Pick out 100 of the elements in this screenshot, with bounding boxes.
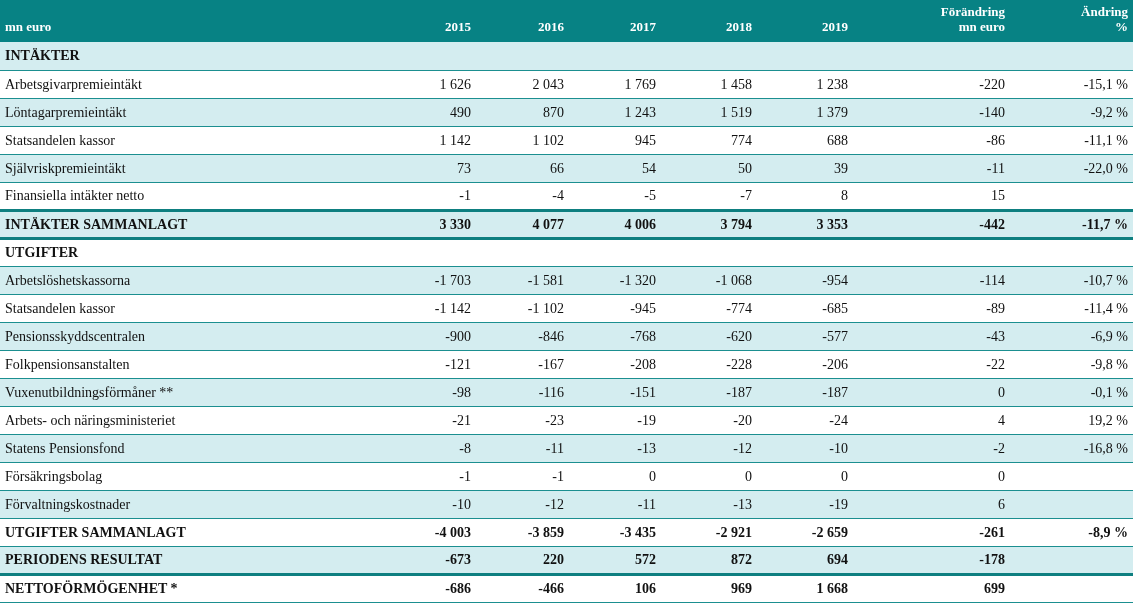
- table-cell: 1 668: [816, 581, 848, 596]
- table-cell: -12: [733, 440, 752, 456]
- row-label: Försäkringsbolag: [5, 468, 103, 484]
- table-cell: -1 102: [527, 300, 564, 316]
- table-cell: 872: [731, 552, 752, 567]
- table-cell: 1 379: [816, 104, 848, 120]
- table-cell: 3 353: [816, 216, 848, 232]
- table-cell: -116: [538, 384, 564, 400]
- row-label: Vuxenutbildningsförmåner **: [5, 384, 174, 400]
- table-cell: 1 458: [720, 76, 752, 92]
- table-cell: -945: [630, 300, 656, 316]
- table-cell: 0: [649, 468, 656, 484]
- table-cell: -140: [979, 104, 1005, 120]
- table-cell: 220: [543, 552, 564, 567]
- row-label: Löntagarpremieintäkt: [5, 104, 127, 120]
- table-cell: -1: [459, 468, 471, 484]
- table-cell: -19: [637, 412, 656, 428]
- row-label: Folkpensionsanstalten: [5, 356, 130, 372]
- table-cell: 1 769: [624, 76, 656, 92]
- table-cell: 54: [642, 160, 656, 176]
- table-cell: -442: [979, 216, 1005, 232]
- table-cell: -620: [726, 328, 752, 344]
- table-cell: 1 243: [624, 104, 656, 120]
- table-cell: -43: [986, 328, 1005, 344]
- table-cell: -5: [644, 188, 656, 203]
- table-cell: -685: [822, 300, 848, 316]
- table-cell: 4 077: [532, 216, 564, 232]
- table-cell: 4 006: [624, 216, 656, 232]
- table-cell: -9,2 %: [1090, 104, 1128, 120]
- table-cell: 572: [635, 552, 656, 567]
- table-cell: -86: [986, 132, 1005, 148]
- table-cell: -10: [452, 496, 471, 512]
- table-cell: -114: [979, 272, 1005, 288]
- table-cell: 0: [998, 468, 1005, 484]
- table-cell: 39: [834, 160, 848, 176]
- table-cell: -12: [545, 496, 564, 512]
- column-header: 2018: [726, 19, 752, 35]
- row-label: Statsandelen kassor: [5, 300, 116, 316]
- row-label: Förvaltningskostnader: [5, 496, 131, 512]
- table-cell: -121: [445, 356, 471, 372]
- table-cell: -11: [986, 160, 1005, 176]
- table-cell: 774: [731, 132, 752, 148]
- table-cell: -228: [726, 356, 752, 372]
- row-label: UTGIFTER SAMMANLAGT: [5, 524, 186, 540]
- table-cell: -15,1 %: [1083, 76, 1128, 92]
- table-cell: -2 659: [811, 524, 848, 540]
- table-cell: -466: [538, 581, 564, 596]
- row-label: PERIODENS RESULTAT: [5, 552, 163, 567]
- column-header: Ändring %: [1081, 4, 1128, 35]
- table-cell: -4 003: [434, 524, 471, 540]
- table-cell: -774: [726, 300, 752, 316]
- table-cell: 969: [731, 581, 752, 596]
- table-cell: 688: [827, 132, 848, 148]
- table-cell: 694: [827, 552, 848, 567]
- row-label: Självriskpremieintäkt: [5, 160, 126, 176]
- table-cell: -686: [445, 581, 471, 596]
- row-label: NETTOFÖRMÖGENHET *: [5, 581, 178, 596]
- table-cell: -16,8 %: [1083, 440, 1128, 456]
- table-cell: -1 581: [527, 272, 564, 288]
- table-cell: -261: [979, 524, 1005, 540]
- table-cell: 106: [635, 581, 656, 596]
- table-cell: 3 794: [720, 216, 752, 232]
- table-cell: -10: [829, 440, 848, 456]
- table-cell: 50: [738, 160, 752, 176]
- column-header: 2017: [630, 19, 656, 35]
- table-cell: -206: [822, 356, 848, 372]
- table-cell: -98: [452, 384, 471, 400]
- row-label: Statens Pensionsfond: [5, 440, 125, 456]
- table-cell: -0,1 %: [1090, 384, 1128, 400]
- table-cell: -220: [979, 76, 1005, 92]
- table-cell: -13: [733, 496, 752, 512]
- table-cell: -11,7 %: [1082, 216, 1128, 232]
- table-cell: 0: [998, 384, 1005, 400]
- table-cell: -7: [740, 188, 752, 203]
- table-cell: -187: [822, 384, 848, 400]
- table-cell: -1: [552, 468, 564, 484]
- table-cell: 1 142: [439, 132, 471, 148]
- table-cell: -208: [630, 356, 656, 372]
- row-label: Arbets- och näringsministeriet: [5, 412, 176, 428]
- row-label: Arbetslöshetskassorna: [5, 272, 131, 288]
- table-cell: -6,9 %: [1090, 328, 1128, 344]
- table-cell: -11,4 %: [1084, 300, 1128, 316]
- row-label: Arbetsgivarpremieintäkt: [5, 76, 142, 92]
- table-cell: 1 238: [816, 76, 848, 92]
- table-cell: -3 859: [527, 524, 564, 540]
- table-cell: -1 703: [434, 272, 471, 288]
- table-cell: 19,2 %: [1088, 412, 1128, 428]
- column-header: 2015: [445, 19, 471, 35]
- table-cell: 2 043: [532, 76, 564, 92]
- table-cell: -167: [538, 356, 564, 372]
- table-cell: -19: [829, 496, 848, 512]
- table-cell: 4: [998, 412, 1005, 428]
- table-cell: 945: [635, 132, 656, 148]
- table-cell: 66: [550, 160, 564, 176]
- section-heading: INTÄKTER: [5, 48, 80, 64]
- table-cell: -673: [445, 552, 471, 567]
- table-cell: -8,9 %: [1088, 524, 1128, 540]
- row-label: Pensionsskyddscentralen: [5, 328, 145, 344]
- table-cell: -11: [637, 496, 656, 512]
- table-cell: -20: [733, 412, 752, 428]
